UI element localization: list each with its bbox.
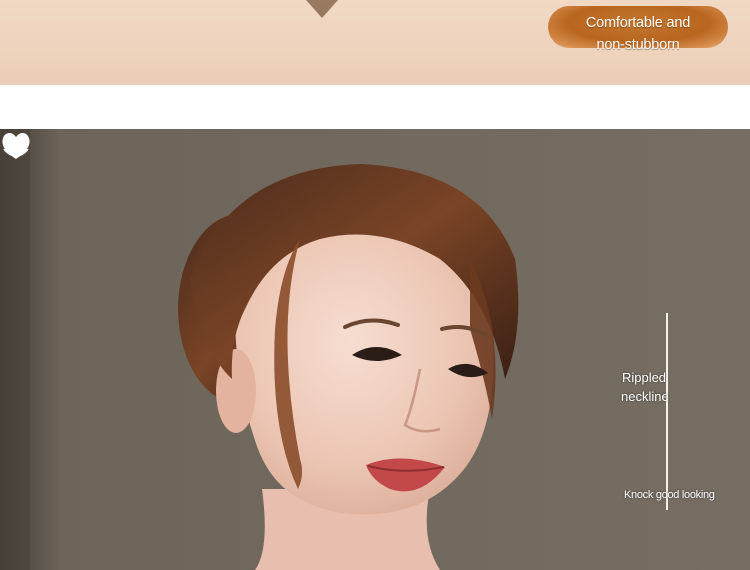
product-detail-page: Comfortable and non-stubborn Rippled nec… bbox=[0, 0, 750, 570]
callout-line bbox=[666, 313, 668, 510]
pill-line-1: Comfortable and bbox=[585, 15, 691, 31]
door-frame bbox=[0, 129, 30, 570]
feature-line-1: Rippled bbox=[621, 370, 667, 385]
feature-pill: Comfortable and non-stubborn bbox=[548, 6, 728, 53]
heart-icon bbox=[2, 132, 30, 159]
pill-line-2: non-stubborn bbox=[596, 37, 680, 53]
model-illustration bbox=[0, 129, 750, 570]
feature-line-2: neckline bbox=[621, 389, 669, 404]
section-divider bbox=[0, 85, 750, 129]
model-photo bbox=[0, 129, 750, 570]
top-banner: Comfortable and non-stubborn bbox=[0, 0, 750, 85]
banner-notch bbox=[306, 0, 338, 18]
feature-label: Rippled neckline bbox=[621, 368, 669, 406]
caption-label: Knock good looking bbox=[624, 489, 715, 501]
